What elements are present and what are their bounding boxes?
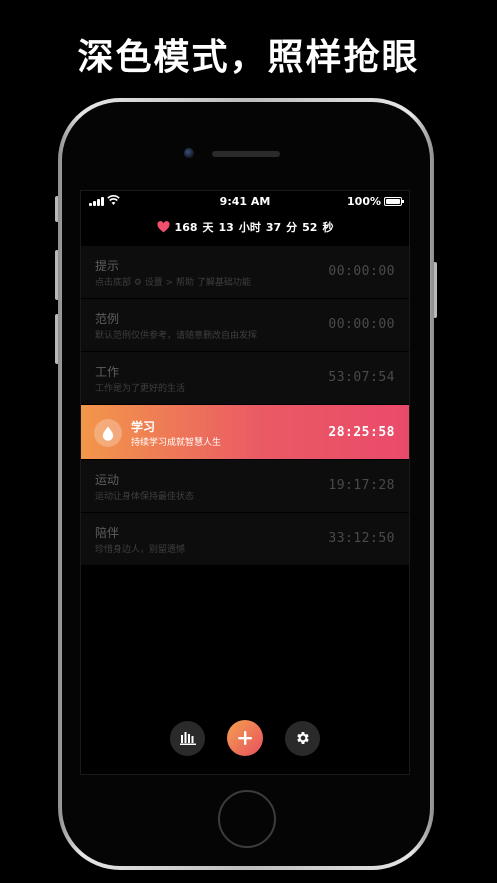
- item-time: 33:12:50: [328, 531, 395, 546]
- home-button[interactable]: [218, 790, 276, 848]
- stats-button[interactable]: [170, 720, 205, 756]
- drop-icon: [102, 426, 114, 441]
- minutes-value: 37: [265, 220, 282, 234]
- promo-headline: 深色模式，照样抢眼: [77, 37, 420, 78]
- bottom-toolbar: [81, 718, 409, 758]
- item-time: 28:25:58: [328, 425, 395, 440]
- item-title: 运动: [95, 473, 120, 487]
- days-unit: 天: [202, 221, 214, 234]
- item-subtitle: 运动让身体保持最佳状态: [95, 492, 195, 502]
- item-title: 范例: [95, 312, 120, 326]
- item-title: 陪伴: [95, 526, 120, 540]
- item-subtitle: 点击底部 ⚙ 设置 > 帮助 了解基础功能: [95, 278, 251, 288]
- seconds-unit: 秒: [322, 221, 334, 234]
- item-subtitle: 珍惜身边人，别留遗憾: [95, 545, 186, 555]
- item-time: 00:00:00: [328, 317, 395, 332]
- timer-list: 提示 点击底部 ⚙ 设置 > 帮助 了解基础功能 00:00:00 范例 默认范…: [81, 246, 409, 566]
- minutes-unit: 分: [286, 221, 298, 234]
- battery-percent: 100%: [347, 195, 381, 208]
- item-title: 提示: [95, 259, 120, 273]
- item-time: 19:17:28: [328, 478, 395, 493]
- list-item-work[interactable]: 工作 工作是为了更好的生活 53:07:54: [81, 352, 409, 405]
- hours-value: 13: [218, 220, 234, 234]
- item-time: 00:00:00: [328, 264, 395, 279]
- countdown-summary: 168 天 13 小时 37 分 52 秒: [81, 219, 409, 235]
- item-title: 学习: [131, 420, 156, 434]
- list-item-example[interactable]: 范例 默认范例仅供参考，请随意删改自由发挥 00:00:00: [81, 299, 409, 352]
- list-item-tips[interactable]: 提示 点击底部 ⚙ 设置 > 帮助 了解基础功能 00:00:00: [81, 246, 409, 299]
- add-button[interactable]: [227, 720, 263, 756]
- item-subtitle: 持续学习成就智慧人生: [131, 438, 222, 448]
- hours-unit: 小时: [238, 221, 261, 234]
- settings-button[interactable]: [285, 720, 320, 756]
- days-value: 168: [174, 220, 198, 234]
- earpiece-speaker: [212, 151, 280, 157]
- plus-icon: [238, 731, 252, 745]
- item-title: 工作: [95, 365, 120, 379]
- front-camera: [184, 148, 194, 158]
- phone-screen: 9:41 AM 100% 168 天 13 小时 37 分 52 秒 提示 点击…: [80, 190, 410, 775]
- status-bar: 9:41 AM 100%: [81, 191, 409, 213]
- list-item-study-active[interactable]: 学习 持续学习成就智慧人生 28:25:58: [81, 405, 409, 460]
- item-time: 53:07:54: [328, 370, 395, 385]
- gear-icon: [296, 732, 309, 744]
- item-subtitle: 默认范例仅供参考，请随意删改自由发挥: [95, 331, 258, 341]
- bar-chart-icon: [179, 732, 196, 745]
- heart-icon: [157, 221, 170, 233]
- seconds-value: 52: [302, 220, 318, 234]
- list-item-company[interactable]: 陪伴 珍惜身边人，别留遗憾 33:12:50: [81, 513, 409, 566]
- list-item-exercise[interactable]: 运动 运动让身体保持最佳状态 19:17:28: [81, 460, 409, 513]
- item-subtitle: 工作是为了更好的生活: [95, 384, 186, 394]
- battery-icon: [384, 197, 404, 206]
- drop-icon-badge: [94, 419, 122, 447]
